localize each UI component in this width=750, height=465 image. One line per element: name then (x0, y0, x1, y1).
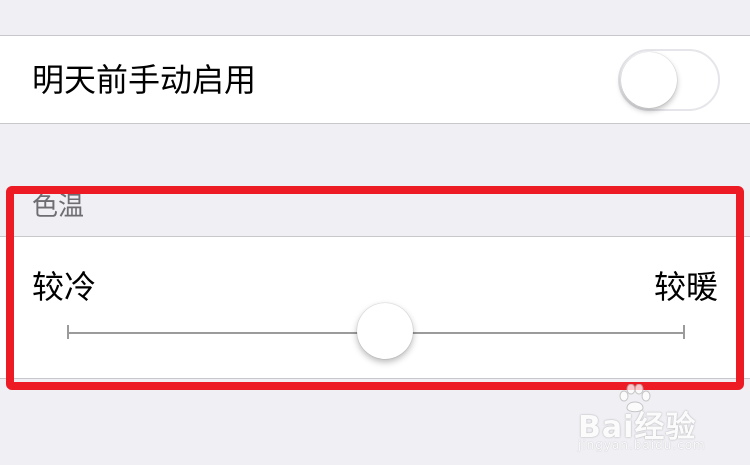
color-temperature-header: 色温 (32, 192, 85, 222)
track-min-tick (67, 325, 69, 339)
color-temperature-card: 较冷 较暖 (0, 236, 750, 379)
top-background (0, 0, 750, 35)
toggle-knob[interactable] (621, 52, 677, 108)
track-max-tick (683, 325, 685, 339)
cooler-label: 较冷 (32, 268, 97, 306)
manual-enable-label: 明天前手动启用 (32, 61, 257, 99)
color-temperature-thumb[interactable] (357, 303, 413, 359)
baidu-jingyan-watermark: Bai经验 jingyan.baidu.com (578, 384, 728, 454)
watermark-url: jingyan.baidu.com (578, 438, 706, 452)
manual-enable-toggle[interactable] (618, 49, 720, 111)
manual-enable-row[interactable]: 明天前手动启用 (0, 35, 750, 124)
warmer-label: 较暖 (653, 268, 718, 306)
